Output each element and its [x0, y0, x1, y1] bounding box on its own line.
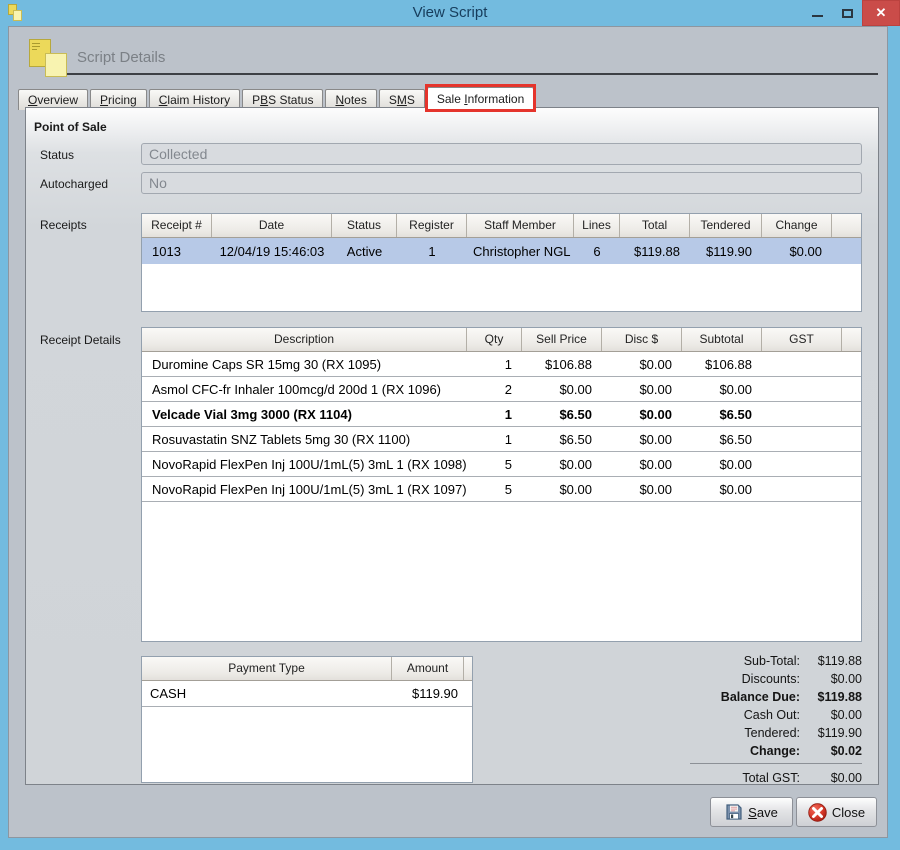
totals-summary: Sub-Total:$119.88 Discounts:$0.00 Balanc…	[662, 652, 862, 787]
col-description[interactable]: Description	[142, 328, 467, 351]
col-amount[interactable]: Amount	[392, 657, 464, 680]
receipt-status: Active	[332, 244, 397, 259]
detail-row[interactable]: Velcade Vial 3mg 3000 (RX 1104) 1 $6.50 …	[142, 402, 861, 427]
col-lines[interactable]: Lines	[574, 214, 620, 237]
receipt-no: 1013	[142, 244, 212, 259]
view-script-window: View Script ✕ Script Details Overview Pr…	[0, 0, 900, 850]
detail-row[interactable]: Rosuvastatin SNZ Tablets 5mg 30 (RX 1100…	[142, 427, 861, 452]
col-tendered[interactable]: Tendered	[690, 214, 762, 237]
col-disc[interactable]: Disc $	[602, 328, 682, 351]
page-title: Script Details	[77, 49, 165, 66]
col-payment-type[interactable]: Payment Type	[142, 657, 392, 680]
col-register[interactable]: Register	[397, 214, 467, 237]
close-window-button[interactable]: ✕	[862, 0, 900, 26]
receipts-table: Receipt # Date Status Register Staff Mem…	[141, 213, 862, 312]
total-row: Sub-Total:$119.88	[662, 652, 862, 670]
status-field[interactable]: Collected	[141, 143, 862, 165]
maximize-icon	[842, 9, 853, 18]
col-receipt-no[interactable]: Receipt #	[142, 214, 212, 237]
receipts-header-row: Receipt # Date Status Register Staff Mem…	[142, 214, 861, 238]
sale-information-panel: Point of Sale Status Collected Autocharg…	[25, 107, 879, 785]
col-stub	[832, 214, 861, 237]
col-stub	[464, 657, 472, 680]
detail-row[interactable]: Duromine Caps SR 15mg 30 (RX 1095) 1 $10…	[142, 352, 861, 377]
receipt-register: 1	[397, 244, 467, 259]
minimize-button[interactable]	[802, 0, 832, 26]
maximize-button[interactable]	[832, 0, 862, 26]
total-row: Discounts:$0.00	[662, 670, 862, 688]
col-change[interactable]: Change	[762, 214, 832, 237]
col-staff-member[interactable]: Staff Member	[467, 214, 574, 237]
col-date[interactable]: Date	[212, 214, 332, 237]
titlebar[interactable]: View Script ✕	[0, 0, 900, 26]
total-row: Tendered:$119.90	[662, 724, 862, 742]
payment-row[interactable]: CASH $119.90	[142, 681, 472, 707]
col-qty[interactable]: Qty	[467, 328, 522, 351]
col-gst[interactable]: GST	[762, 328, 842, 351]
col-subtotal[interactable]: Subtotal	[682, 328, 762, 351]
close-button[interactable]: Close	[796, 797, 877, 827]
tab-sale-information[interactable]: Sale Information	[427, 87, 534, 110]
receipt-staff: Christopher NGL	[467, 244, 574, 259]
total-row: Balance Due:$119.88	[662, 688, 862, 706]
receipt-lines: 6	[574, 244, 620, 259]
col-sell-price[interactable]: Sell Price	[522, 328, 602, 351]
payment-table: Payment Type Amount CASH $119.90	[141, 656, 473, 783]
receipts-label: Receipts	[40, 218, 87, 232]
save-label: Save	[748, 805, 778, 820]
receipt-change: $0.00	[762, 244, 832, 259]
payment-amount: $119.90	[392, 686, 464, 701]
script-details-icon	[29, 39, 69, 77]
save-button[interactable]: Save	[710, 797, 793, 827]
status-label: Status	[40, 148, 74, 162]
total-row: Cash Out:$0.00	[662, 706, 862, 724]
payment-header-row: Payment Type Amount	[142, 657, 472, 681]
close-icon: ✕	[876, 5, 887, 21]
minimize-icon	[812, 15, 823, 17]
col-status[interactable]: Status	[332, 214, 397, 237]
total-gst-row: Total GST:$0.00	[662, 769, 862, 787]
total-row: Change:$0.02	[662, 742, 862, 760]
detail-row[interactable]: NovoRapid FlexPen Inj 100U/1mL(5) 3mL 1 …	[142, 477, 861, 502]
receipt-details-label: Receipt Details	[40, 333, 121, 347]
point-of-sale-label: Point of Sale	[34, 120, 107, 134]
autocharged-label: Autocharged	[40, 177, 108, 191]
autocharged-field[interactable]: No	[141, 172, 862, 194]
details-header-row: Description Qty Sell Price Disc $ Subtot…	[142, 328, 861, 352]
receipt-total: $119.88	[620, 244, 690, 259]
dialog-body: Script Details Overview Pricing Claim Hi…	[8, 26, 888, 838]
action-buttons: Save Close	[710, 797, 877, 827]
close-label: Close	[832, 805, 865, 820]
detail-row[interactable]: NovoRapid FlexPen Inj 100U/1mL(5) 3mL 1 …	[142, 452, 861, 477]
payment-type: CASH	[142, 686, 392, 701]
receipt-row-selected[interactable]: 1013 12/04/19 15:46:03 Active 1 Christop…	[142, 238, 861, 264]
receipt-details-table: Description Qty Sell Price Disc $ Subtot…	[141, 327, 862, 642]
red-x-icon	[808, 803, 827, 822]
header-divider	[67, 73, 878, 75]
receipt-tendered: $119.90	[690, 244, 762, 259]
detail-row[interactable]: Asmol CFC-fr Inhaler 100mcg/d 200d 1 (RX…	[142, 377, 861, 402]
col-total[interactable]: Total	[620, 214, 690, 237]
window-title: View Script	[0, 0, 900, 26]
totals-divider	[690, 763, 862, 764]
floppy-disk-icon	[725, 803, 743, 821]
receipt-date: 12/04/19 15:46:03	[212, 244, 332, 259]
col-stub	[842, 328, 861, 351]
